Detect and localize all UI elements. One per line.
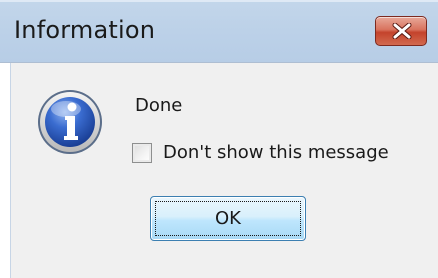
dialog-body: Done Don't show this message OK — [10, 63, 438, 278]
checkbox-label[interactable]: Don't show this message — [163, 142, 389, 163]
dont-show-checkbox[interactable] — [132, 143, 152, 163]
ok-button-label: OK — [215, 208, 241, 229]
title-bar-highlight — [0, 0, 438, 2]
window-title: Information — [14, 16, 156, 44]
close-button[interactable] — [375, 16, 427, 46]
information-dialog: Information Done Don't show this message… — [0, 0, 438, 278]
message-text: Done — [135, 95, 183, 116]
info-icon — [38, 90, 102, 154]
close-icon — [392, 23, 412, 39]
title-bar[interactable]: Information — [0, 0, 438, 63]
ok-button[interactable]: OK — [150, 196, 306, 241]
